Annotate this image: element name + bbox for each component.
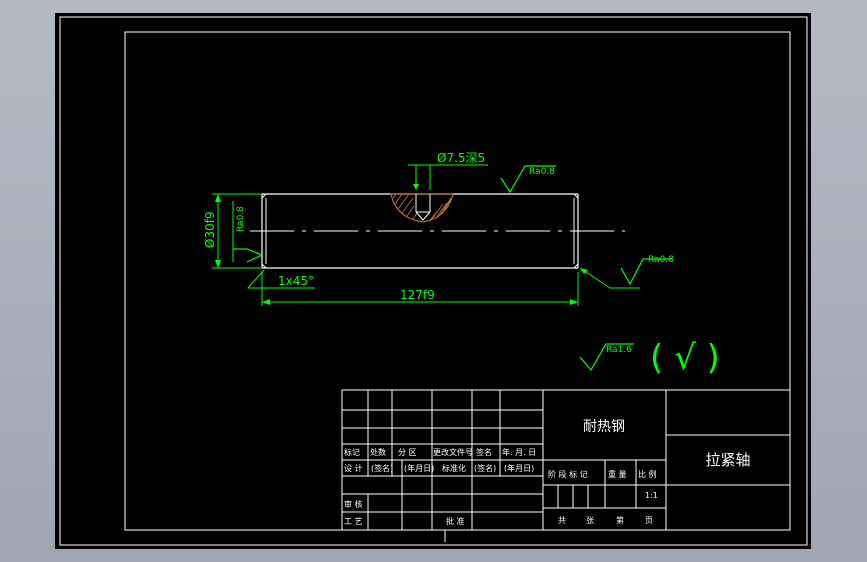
- title-block-header-row: 标记 处数 分 区 更改文件号 签名 年. 月. 日: [344, 447, 536, 457]
- standardization-date: (年月日): [504, 463, 534, 473]
- cad-viewport: Ø7.5深5 Ra0.8 Ra0.8 Ra1.6 1x45° 127f9 Ø30…: [0, 0, 867, 562]
- header-date: 年. 月. 日: [502, 447, 536, 457]
- roughness-right-text: Ra0.8: [648, 255, 674, 265]
- standardization-signature: (签名): [474, 463, 496, 473]
- length-dimension-text: 127f9: [400, 288, 435, 302]
- roughness-general-bracket: ( √ ): [650, 338, 720, 378]
- scale-header: 比 例: [638, 469, 657, 479]
- weight-header: 重 量: [608, 469, 627, 479]
- design-signature: (签名): [371, 463, 393, 473]
- standardization-label: 标准化: [442, 463, 466, 473]
- design-date: (年月日): [404, 463, 434, 473]
- scale-value: 1:1: [645, 491, 658, 500]
- roughness-left-text: Ra0.8: [236, 206, 246, 232]
- review-label: 审 核: [344, 499, 363, 509]
- design-label: 设 计: [344, 463, 363, 473]
- sheet-number-label: 第: [616, 515, 624, 525]
- header-count: 处数: [370, 447, 386, 457]
- drawing-sheet: Ø7.5深5 Ra0.8 Ra0.8 Ra1.6 1x45° 127f9 Ø30…: [55, 13, 811, 549]
- sheet-total-label: 共: [558, 516, 566, 525]
- header-change-doc: 更改文件号: [433, 447, 473, 457]
- material-text: 耐热钢: [583, 419, 625, 435]
- header-zone: 分 区: [398, 448, 417, 457]
- process-label: 工 艺: [344, 517, 363, 526]
- approve-label: 批 准: [446, 516, 465, 526]
- stage-mark-header: 阶 段 标 记: [548, 469, 588, 479]
- sheet-unit-label: 张: [586, 516, 594, 525]
- roughness-top-text: Ra0.8: [529, 167, 555, 177]
- header-signature: 签名: [476, 447, 492, 457]
- roughness-general-text: Ra1.6: [606, 345, 632, 355]
- page-label: 页: [645, 516, 653, 525]
- header-mark: 标记: [344, 447, 360, 457]
- hole-dimension-text: Ø7.5深5: [437, 151, 485, 165]
- part-name-text: 拉紧轴: [705, 451, 750, 469]
- diameter-dimension-text: Ø30f9: [203, 211, 217, 248]
- chamfer-text: 1x45°: [278, 274, 314, 288]
